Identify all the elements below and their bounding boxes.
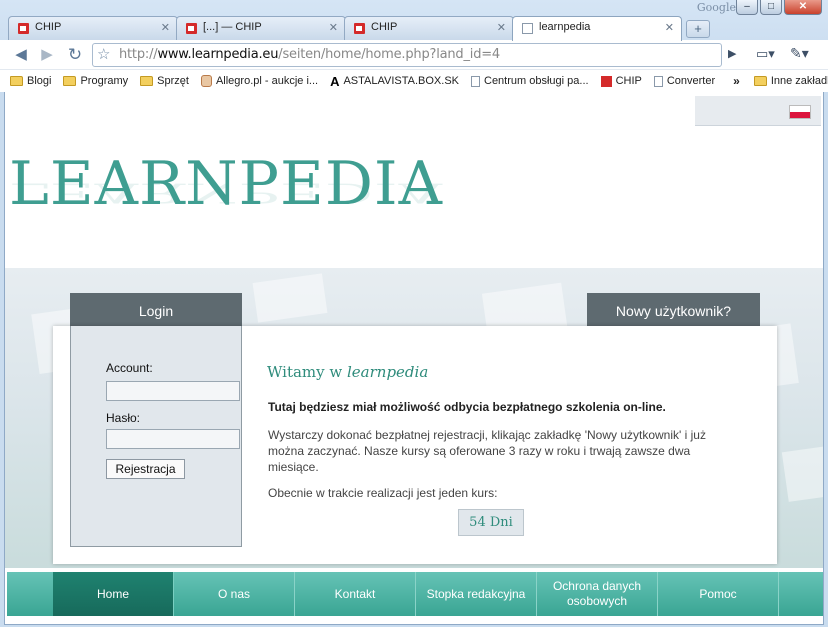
- folder-icon: [63, 76, 77, 86]
- browser-tab-chip-1[interactable]: CHIP ✕: [8, 16, 178, 40]
- logo-reflection: LEARNPEDIA: [9, 176, 443, 209]
- welcome-title: Witamy w learnpedia: [267, 363, 428, 381]
- maximize-button[interactable]: □: [760, 0, 782, 15]
- page-icon: [522, 23, 533, 34]
- reload-icon[interactable]: ↻: [64, 44, 86, 66]
- window-controls: – □ ✕: [736, 0, 822, 15]
- browser-brand: Google: [696, 1, 736, 14]
- address-bar[interactable]: ☆ http://www.learnpedia.eu/seiten/home/h…: [92, 43, 722, 67]
- bookmark-label: Sprzęt: [157, 75, 189, 87]
- welcome-brand: learnpedia: [347, 363, 429, 381]
- browser-tab-learnpedia[interactable]: learnpedia ✕: [512, 16, 682, 41]
- days-badge: 54 Dni: [458, 509, 524, 536]
- main-nav: Home O nas Kontakt Stopka redakcyjna Och…: [7, 572, 823, 616]
- chip-icon: [18, 23, 29, 34]
- bookmark-sprzet[interactable]: Sprzęt: [140, 75, 189, 87]
- star-icon[interactable]: ☆: [97, 45, 110, 63]
- url-prefix: http://: [119, 47, 158, 62]
- browser-tab-chip-2[interactable]: [...] — CHIP ✕: [176, 16, 346, 40]
- other-bookmarks[interactable]: Inne zakładki: [753, 75, 828, 87]
- tab-close-icon[interactable]: ✕: [161, 21, 170, 34]
- welcome-prefix: Witamy w: [267, 363, 347, 381]
- tab-close-icon[interactable]: ✕: [329, 21, 338, 34]
- forward-arrow-icon[interactable]: ▶: [36, 44, 58, 66]
- folder-icon: [753, 76, 767, 86]
- bookmarks-bar: Blogi Programy Sprzęt Allegro.pl - aukcj…: [0, 70, 828, 92]
- bookmark-centrum[interactable]: Centrum obsługi pa...: [471, 75, 589, 87]
- account-input[interactable]: [106, 381, 240, 401]
- bookmark-programy[interactable]: Programy: [63, 75, 128, 87]
- new-tab-button[interactable]: +: [686, 20, 710, 38]
- polish-flag-icon[interactable]: [789, 105, 811, 119]
- bookmarks-overflow-button[interactable]: »: [733, 74, 740, 88]
- nav-pomoc[interactable]: Pomoc: [658, 572, 779, 616]
- password-label: Hasło:: [106, 411, 141, 425]
- tab-close-icon[interactable]: ✕: [665, 21, 674, 34]
- bookmark-blogi[interactable]: Blogi: [10, 75, 51, 87]
- nav-kontakt[interactable]: Kontakt: [295, 572, 416, 616]
- bookmark-label: ASTALAVISTA.BOX.SK: [343, 75, 459, 87]
- page-icon: [653, 75, 663, 87]
- tab-title: CHIP: [35, 21, 62, 33]
- tab-strip: CHIP ✕ [...] — CHIP ✕ CHIP ✕ learnpedia …: [8, 16, 710, 41]
- close-window-button[interactable]: ✕: [784, 0, 822, 15]
- bookmark-label: Inne zakładki: [770, 75, 828, 87]
- register-button[interactable]: Rejestracja: [106, 459, 185, 479]
- bookmark-label: Converter: [666, 75, 716, 87]
- nav-o-nas[interactable]: O nas: [174, 572, 295, 616]
- account-label: Account:: [106, 361, 153, 375]
- chip-icon: [600, 75, 612, 87]
- bookmark-converter[interactable]: Converter: [653, 75, 716, 87]
- current-course-text: Obecnie w trakcie realizacji jest jeden …: [268, 486, 498, 500]
- content-panel: Account: Hasło: Rejestracja Witamy w lea…: [53, 326, 777, 564]
- bookmark-allegro[interactable]: Allegro.pl - aukcje i...: [200, 75, 319, 87]
- nav-stopka[interactable]: Stopka redakcyjna: [416, 572, 537, 616]
- go-arrow-icon[interactable]: ▶: [728, 47, 736, 60]
- bookmark-label: Allegro.pl - aukcje i...: [215, 75, 319, 87]
- decor-square: [252, 273, 328, 323]
- back-arrow-icon[interactable]: ◀: [10, 44, 32, 66]
- page-content: LEARNPEDIA LEARNPEDIA Login Nowy użytkow…: [4, 92, 824, 625]
- tab-title: CHIP: [371, 21, 398, 33]
- chip-icon: [354, 23, 365, 34]
- decor-square: [781, 444, 823, 502]
- folder-icon: [10, 76, 23, 86]
- browser-chrome: Google – □ ✕ CHIP ✕ [...] — CHIP ✕ CHIP …: [0, 0, 828, 92]
- address-url[interactable]: http://www.learnpedia.eu/seiten/home/hom…: [119, 47, 500, 62]
- tab-title: learnpedia: [539, 21, 591, 33]
- minimize-button[interactable]: –: [736, 0, 758, 15]
- intro-text: Wystarczy dokonać bezpłatnej rejestracji…: [268, 428, 706, 474]
- url-path: /seiten/home/home.php?land_id=4: [278, 47, 501, 62]
- wrench-menu-icon[interactable]: ✎▾: [790, 45, 809, 62]
- bookmark-astalavista[interactable]: A ASTALAVISTA.BOX.SK: [330, 74, 459, 89]
- url-domain: www.learnpedia.eu: [157, 47, 279, 62]
- browser-tab-chip-3[interactable]: CHIP ✕: [344, 16, 514, 40]
- page-menu-icon[interactable]: ▭▾: [756, 46, 775, 62]
- folder-icon: [140, 76, 154, 86]
- new-user-tab[interactable]: Nowy użytkownik?: [587, 293, 760, 327]
- password-input[interactable]: [106, 429, 240, 449]
- language-bar: [695, 96, 821, 126]
- navigation-bar: ◀ ▶ ↻ ☆ http://www.learnpedia.eu/seiten/…: [0, 40, 828, 70]
- bookmark-label: Centrum obsługi pa...: [484, 75, 589, 87]
- bookmark-label: Blogi: [27, 75, 52, 87]
- chip-icon: [186, 23, 197, 34]
- page-icon: [471, 75, 480, 87]
- intro-lead: Tutaj będziesz miał możliwość odbycia be…: [268, 400, 666, 414]
- allegro-icon: [200, 75, 212, 87]
- tab-title: [...] — CHIP: [203, 21, 262, 33]
- bookmark-label: CHIP: [615, 75, 642, 87]
- bookmark-label: Programy: [80, 75, 129, 87]
- login-box: Account: Hasło: Rejestracja: [70, 326, 242, 547]
- tab-close-icon[interactable]: ✕: [497, 21, 506, 34]
- bookmark-chip[interactable]: CHIP: [600, 75, 642, 87]
- login-tab[interactable]: Login: [70, 293, 242, 327]
- nav-home[interactable]: Home: [53, 572, 174, 616]
- nav-ochrona[interactable]: Ochrona danych osobowych: [537, 572, 658, 616]
- astalavista-icon: A: [330, 73, 340, 89]
